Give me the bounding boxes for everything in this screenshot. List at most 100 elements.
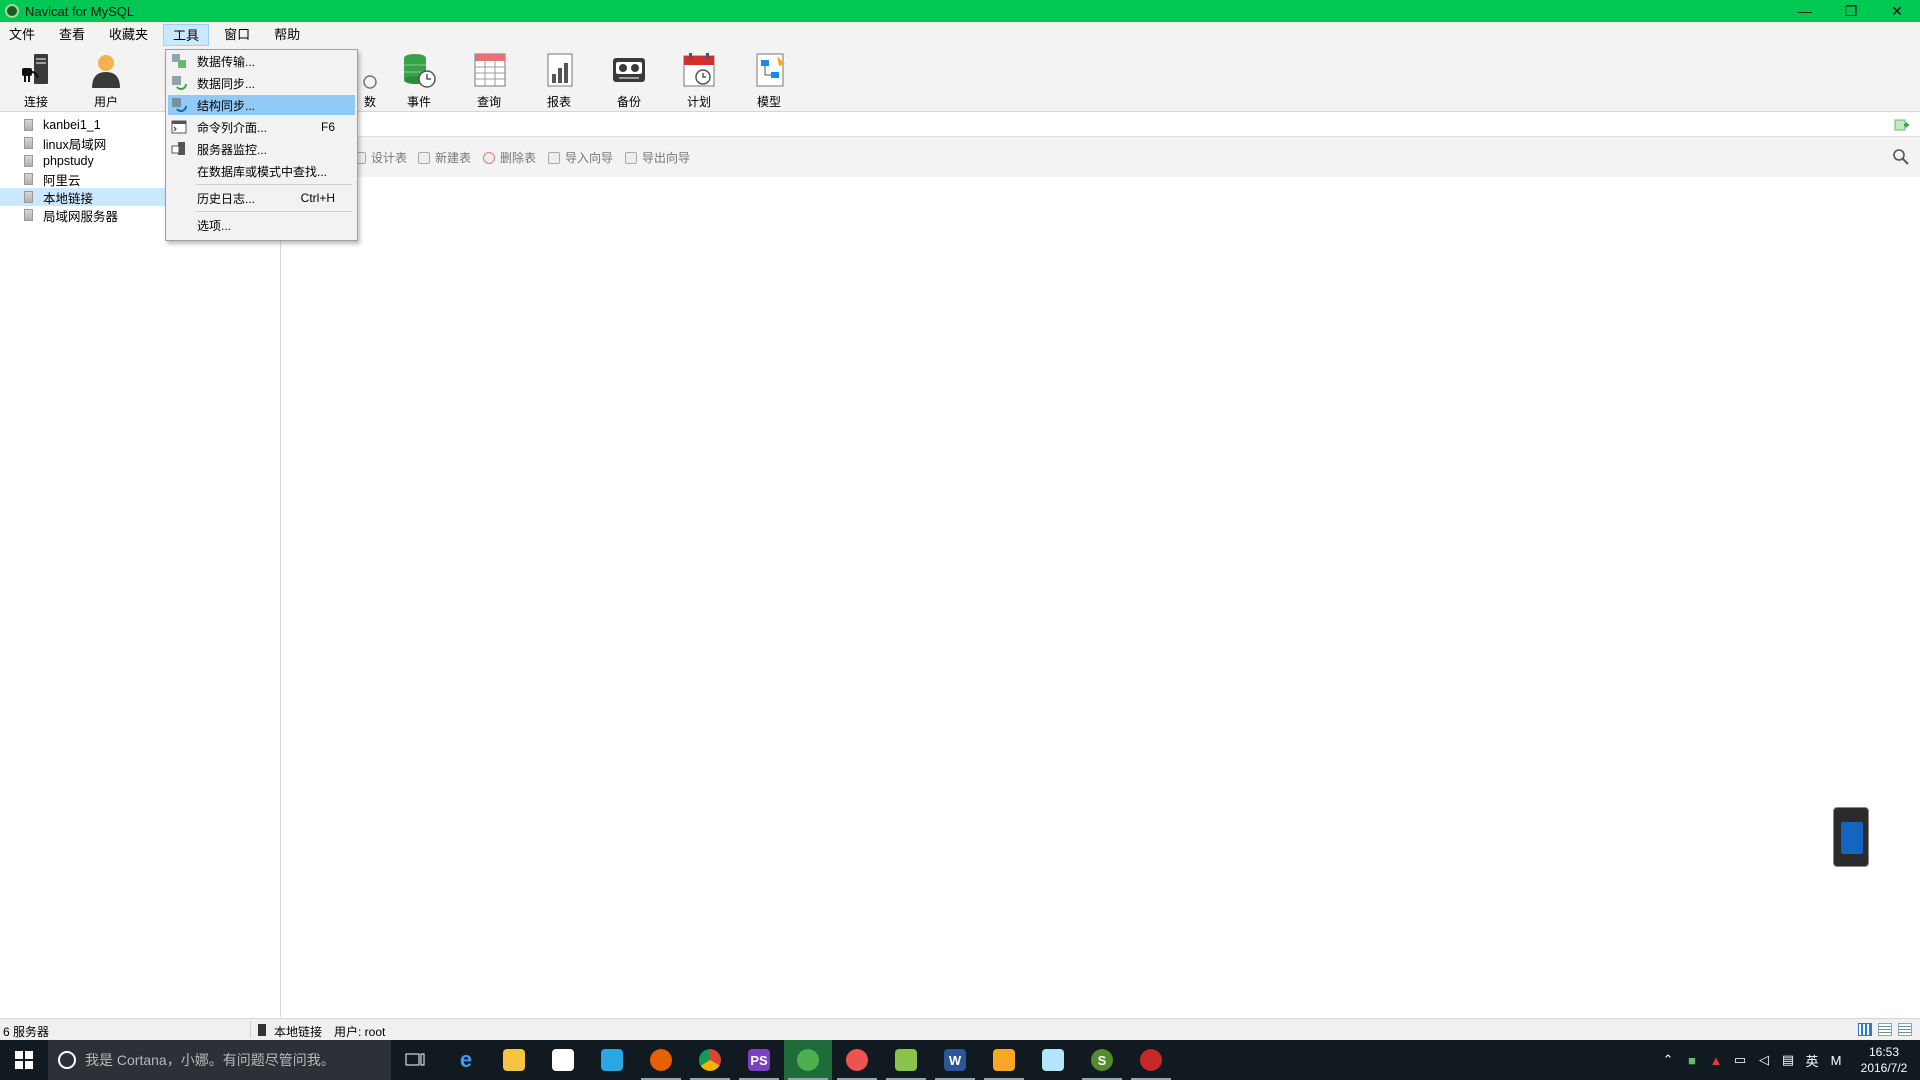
word-taskbar-app[interactable]: W: [931, 1040, 979, 1080]
firefox-taskbar-app[interactable]: [637, 1040, 685, 1080]
minimize-button[interactable]: —: [1782, 0, 1828, 22]
floating-phone-widget[interactable]: [1833, 807, 1869, 867]
app-taskbar-paper[interactable]: [1029, 1040, 1077, 1080]
backup-button[interactable]: 备份: [599, 52, 659, 110]
ime-indicator[interactable]: 英: [1800, 1051, 1824, 1070]
structure-sync-icon: [171, 97, 187, 113]
app-taskbar-red[interactable]: [1127, 1040, 1175, 1080]
menu-help[interactable]: 帮助: [265, 24, 309, 46]
user-button[interactable]: 用户: [76, 52, 136, 110]
notepad-icon: [1042, 1049, 1064, 1071]
cortana-search-box[interactable]: 我是 Cortana，小娜。有问题尽管问我。: [48, 1040, 391, 1080]
plug-server-icon: [16, 52, 56, 90]
menu-separator: [196, 211, 352, 212]
action-center-icon[interactable]: ▤: [1776, 1052, 1800, 1068]
tray-chevron-up-icon[interactable]: ⌃: [1656, 1052, 1680, 1068]
user-icon: [86, 52, 126, 90]
phpstorm-icon: PS: [748, 1049, 770, 1071]
task-view-button[interactable]: [391, 1040, 439, 1080]
list-view-icon[interactable]: [1858, 1023, 1872, 1036]
export-wizard-button[interactable]: 导出向导: [625, 149, 690, 166]
current-user: 用户: root: [334, 1025, 386, 1039]
history-log-shortcut: Ctrl+H: [300, 191, 335, 205]
menu-bar: 文件 查看 收藏夹 工具 窗口 帮助: [0, 22, 1920, 48]
tray-app-icon[interactable]: ▲: [1704, 1053, 1728, 1068]
query-table-icon: [469, 52, 509, 90]
note-app-icon: [993, 1049, 1015, 1071]
data-sync-icon: [171, 75, 187, 91]
history-log-menu-item[interactable]: 历史日志... Ctrl+H: [168, 188, 355, 208]
schedule-button[interactable]: 计划: [669, 52, 729, 110]
ime-mode-indicator[interactable]: M: [1824, 1053, 1848, 1068]
data-sync-menu-item[interactable]: 数据同步...: [168, 73, 355, 93]
data-transfer-menu-item[interactable]: 数据传输...: [168, 51, 355, 71]
store-taskbar-app[interactable]: [539, 1040, 587, 1080]
model-diagram-icon: [749, 52, 789, 90]
status-bar: 6 服务器 本地链接 用户: root: [0, 1018, 1920, 1040]
design-table-button[interactable]: 设计表: [354, 149, 407, 166]
event-button[interactable]: 事件: [389, 52, 449, 110]
server-count: 6 服务器: [3, 1025, 50, 1039]
app-taskbar-green[interactable]: [882, 1040, 930, 1080]
object-toolbar: 设计表 新建表 删除表 导入向导 导出向导: [282, 137, 1920, 177]
import-wizard-button[interactable]: 导入向导: [548, 149, 613, 166]
connection-label: 阿里云: [43, 173, 81, 188]
network-icon[interactable]: ▭: [1728, 1052, 1752, 1068]
server-icon: [24, 209, 33, 221]
detail-view-icon[interactable]: [1878, 1023, 1892, 1036]
current-connection: 本地链接: [274, 1025, 323, 1039]
windows-taskbar: 我是 Cortana，小娜。有问题尽管问我。 e PS W S ⌃ ■ ▲ ▭ …: [0, 1040, 1920, 1080]
menu-favorites[interactable]: 收藏夹: [100, 24, 157, 46]
object-list-area[interactable]: [282, 177, 1920, 1017]
server-icon: [24, 191, 33, 203]
model-button[interactable]: 模型: [739, 52, 799, 110]
query-button[interactable]: 查询: [459, 52, 519, 110]
restore-button[interactable]: ❐: [1828, 0, 1874, 22]
windows-logo-icon: [15, 1051, 33, 1069]
start-button[interactable]: [0, 1040, 48, 1080]
menu-file[interactable]: 文件: [0, 24, 44, 46]
event-clock-icon: [399, 52, 439, 90]
connect-button[interactable]: 连接: [6, 52, 66, 110]
delete-table-button[interactable]: 删除表: [483, 149, 536, 166]
view-mode-switcher: [1858, 1023, 1912, 1036]
report-button[interactable]: 报表: [529, 52, 589, 110]
server-icon: [258, 1024, 266, 1036]
tray-shield-icon[interactable]: ■: [1680, 1053, 1704, 1068]
menu-window[interactable]: 窗口: [215, 24, 259, 46]
command-line-shortcut: F6: [320, 120, 335, 134]
structure-sync-menu-item[interactable]: 结构同步...: [168, 95, 355, 115]
app-taskbar-s[interactable]: S: [1078, 1040, 1126, 1080]
system-clock[interactable]: 16:53 2016/7/2: [1848, 1044, 1920, 1076]
grid-view-icon[interactable]: [1898, 1023, 1912, 1036]
server-monitor-menu-item[interactable]: 服务器监控...: [168, 139, 355, 159]
new-table-label: 新建表: [435, 151, 472, 165]
navicat-taskbar-app[interactable]: [784, 1040, 832, 1080]
app-taskbar-yellow[interactable]: [980, 1040, 1028, 1080]
options-menu-item[interactable]: 选项...: [168, 215, 355, 235]
new-table-button[interactable]: 新建表: [418, 149, 471, 166]
design-table-label: 设计表: [371, 151, 408, 165]
phpstorm-taskbar-app[interactable]: PS: [735, 1040, 783, 1080]
close-button[interactable]: ✕: [1874, 0, 1920, 22]
find-in-database-menu-item[interactable]: 在数据库或模式中查找...: [168, 161, 355, 181]
window-title: Navicat for MySQL: [25, 3, 135, 19]
menu-tools[interactable]: 工具: [163, 24, 210, 46]
status-divider: [250, 1021, 251, 1038]
clock-time: 16:53: [1868, 1045, 1900, 1059]
menu-view[interactable]: 查看: [50, 24, 94, 46]
export-wizard-icon: [625, 151, 637, 164]
app-taskbar-orange[interactable]: [833, 1040, 881, 1080]
search-icon[interactable]: [1892, 148, 1910, 169]
import-wizard-icon: [548, 151, 560, 164]
chrome-taskbar-app[interactable]: [686, 1040, 734, 1080]
qq-taskbar-app[interactable]: [588, 1040, 636, 1080]
volume-icon[interactable]: ◁: [1752, 1052, 1776, 1068]
new-tab-icon[interactable]: [1894, 117, 1910, 133]
command-line-menu-item[interactable]: 命令列介面... F6: [168, 117, 355, 137]
red-app-icon: [1140, 1049, 1162, 1071]
rocket-app-icon: [846, 1049, 868, 1071]
edge-taskbar-app[interactable]: e: [442, 1040, 490, 1080]
connection-label: 局域网服务器: [43, 209, 119, 224]
explorer-taskbar-app[interactable]: [490, 1040, 538, 1080]
